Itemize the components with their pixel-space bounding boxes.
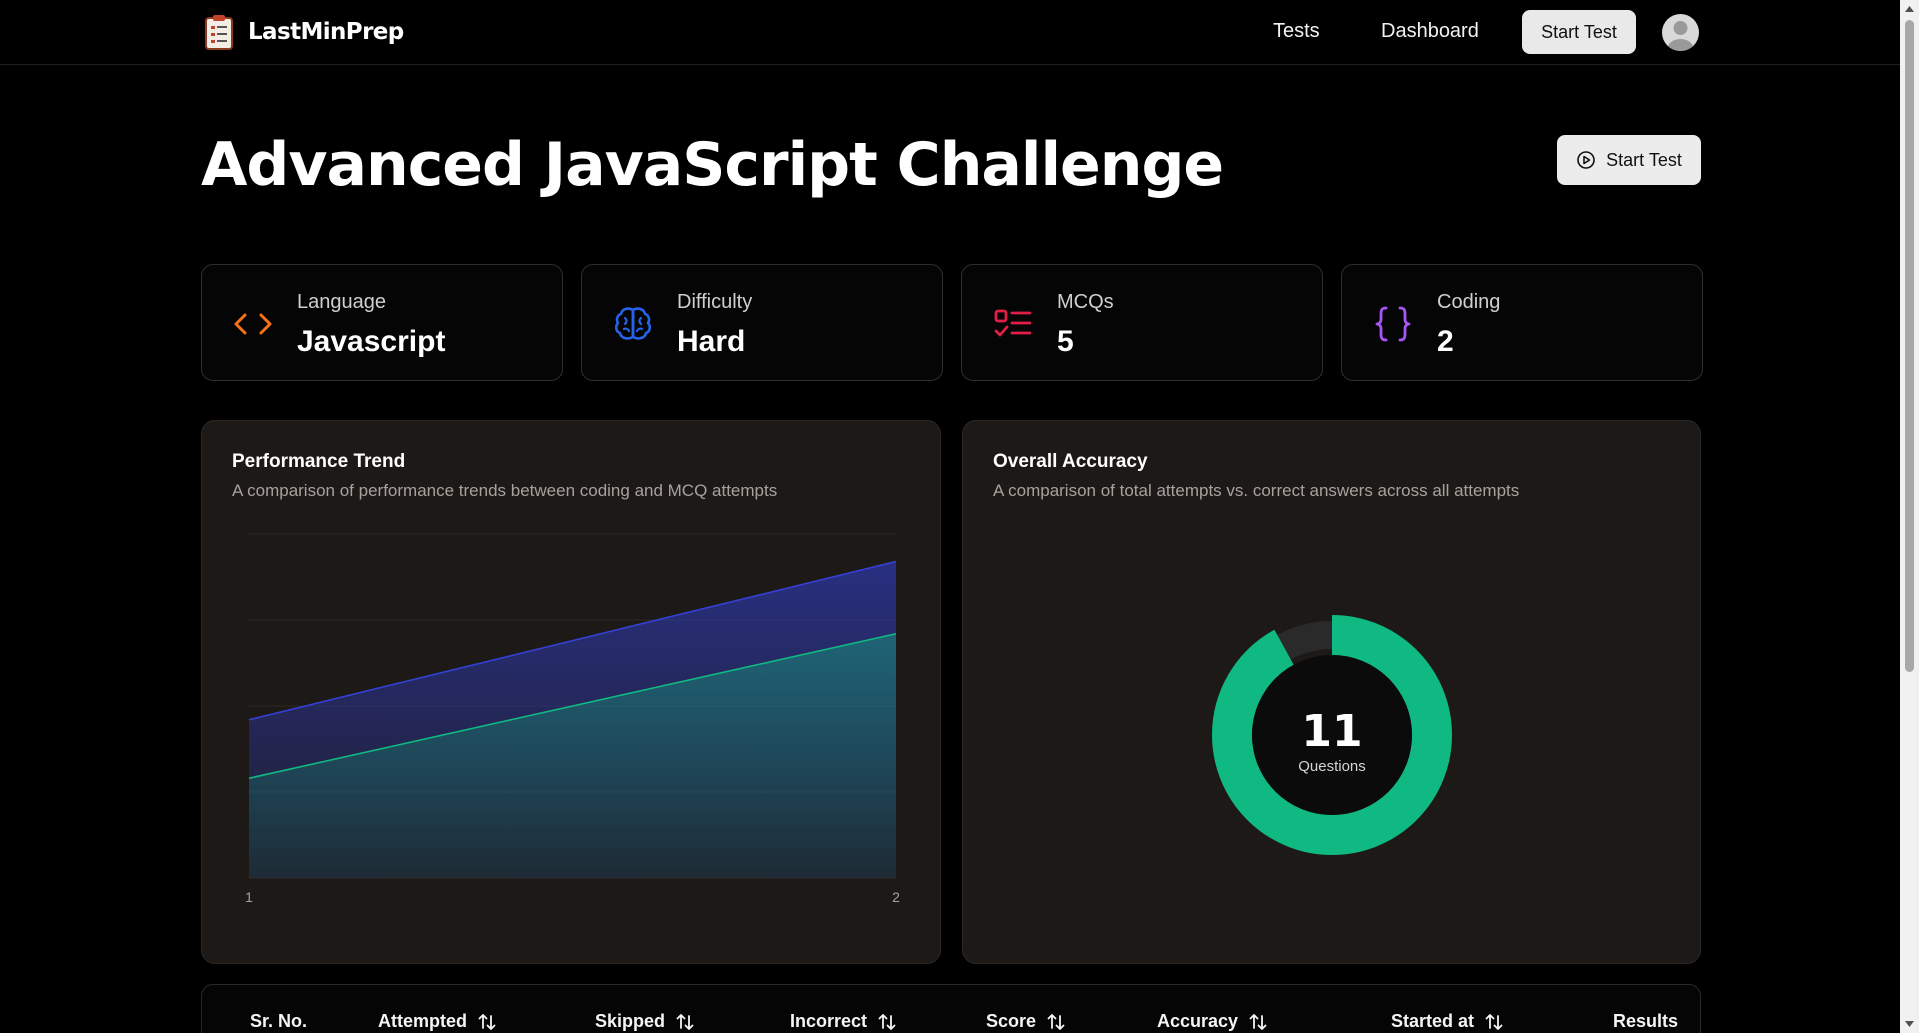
column-header[interactable]: Score xyxy=(986,1011,1066,1032)
column-header: Sr. No. xyxy=(250,1011,307,1032)
sort-arrows-icon[interactable] xyxy=(1484,1012,1504,1032)
donut-center-value: 11 xyxy=(1301,706,1362,757)
list-check-icon xyxy=(994,309,1032,337)
column-header[interactable]: Skipped xyxy=(595,1011,695,1032)
column-header-label: Started at xyxy=(1391,1011,1475,1031)
stat-value: 5 xyxy=(1057,325,1074,358)
play-circle-icon xyxy=(1577,151,1595,169)
stat-card-difficulty: Difficulty Hard xyxy=(581,264,943,381)
column-header[interactable]: Started at xyxy=(1391,1011,1504,1032)
user-avatar[interactable] xyxy=(1662,14,1699,51)
column-header[interactable]: Incorrect xyxy=(790,1011,897,1032)
stat-value: Javascript xyxy=(297,325,446,358)
stat-card-mcqs: MCQs 5 xyxy=(961,264,1323,381)
sort-arrows-icon[interactable] xyxy=(877,1012,897,1032)
sort-arrows-icon[interactable] xyxy=(1046,1012,1066,1032)
brain-icon xyxy=(614,307,652,340)
stat-label: Coding xyxy=(1437,291,1501,313)
page-scrollbar[interactable] xyxy=(1900,0,1919,1033)
performance-trend-panel: Performance Trend A comparison of perfor… xyxy=(201,420,941,964)
scroll-down-arrow-icon[interactable] xyxy=(1904,1019,1915,1029)
scrollbar-thumb[interactable] xyxy=(1905,20,1914,672)
nav-link-dashboard[interactable]: Dashboard xyxy=(1381,20,1479,43)
stat-label: Difficulty xyxy=(677,291,753,313)
scroll-up-arrow-icon[interactable] xyxy=(1904,4,1915,14)
brand[interactable]: LastMinPrep xyxy=(204,13,404,51)
app-viewport: LastMinPrep Tests Dashboard Start Test A… xyxy=(0,0,1919,1033)
stat-value: Hard xyxy=(677,325,746,358)
sort-arrows-icon[interactable] xyxy=(477,1012,497,1032)
nav-link-tests[interactable]: Tests xyxy=(1273,20,1320,43)
clipboard-logo-icon xyxy=(205,15,233,50)
accuracy-donut-chart: 11 Questions xyxy=(1212,615,1452,855)
overall-accuracy-panel: Overall Accuracy A comparison of total a… xyxy=(962,420,1701,964)
brand-name: LastMinPrep xyxy=(248,19,404,45)
attempts-table: Sr. No. Attempted Skipped Incorrect Score Acc… xyxy=(201,984,1701,1033)
x-tick-label: 2 xyxy=(892,889,900,905)
column-header-label: Incorrect xyxy=(790,1011,868,1031)
column-header: Results xyxy=(1613,1011,1678,1032)
stat-label: MCQs xyxy=(1057,291,1114,313)
column-header-label: Sr. No. xyxy=(250,1011,308,1031)
x-tick-label: 1 xyxy=(245,889,253,905)
column-header-label: Skipped xyxy=(595,1011,666,1031)
stat-label: Language xyxy=(297,291,386,313)
sort-arrows-icon[interactable] xyxy=(675,1012,695,1032)
start-test-label: Start Test xyxy=(1606,149,1682,170)
nav-start-test-button[interactable]: Start Test xyxy=(1522,10,1636,54)
code-icon xyxy=(234,313,272,335)
user-silhouette-icon xyxy=(1667,21,1694,51)
performance-trend-chart: 12 xyxy=(245,533,900,905)
start-test-button[interactable]: Start Test xyxy=(1557,135,1701,185)
column-header-label: Results xyxy=(1613,1011,1679,1031)
column-header-label: Accuracy xyxy=(1157,1011,1239,1031)
stat-value: 2 xyxy=(1437,325,1454,358)
column-header-label: Score xyxy=(986,1011,1037,1031)
donut-center-label: Questions xyxy=(1298,758,1366,775)
page-title: Advanced JavaScript Challenge xyxy=(201,130,1224,200)
column-header[interactable]: Attempted xyxy=(378,1011,497,1032)
stat-card-coding: Coding 2 xyxy=(1341,264,1703,381)
braces-icon xyxy=(1375,306,1411,342)
top-navbar: LastMinPrep Tests Dashboard Start Test xyxy=(0,0,1900,65)
column-header[interactable]: Accuracy xyxy=(1157,1011,1268,1032)
column-header-label: Attempted xyxy=(378,1011,467,1031)
stat-card-language: Language Javascript xyxy=(201,264,563,381)
sort-arrows-icon[interactable] xyxy=(1248,1012,1268,1032)
